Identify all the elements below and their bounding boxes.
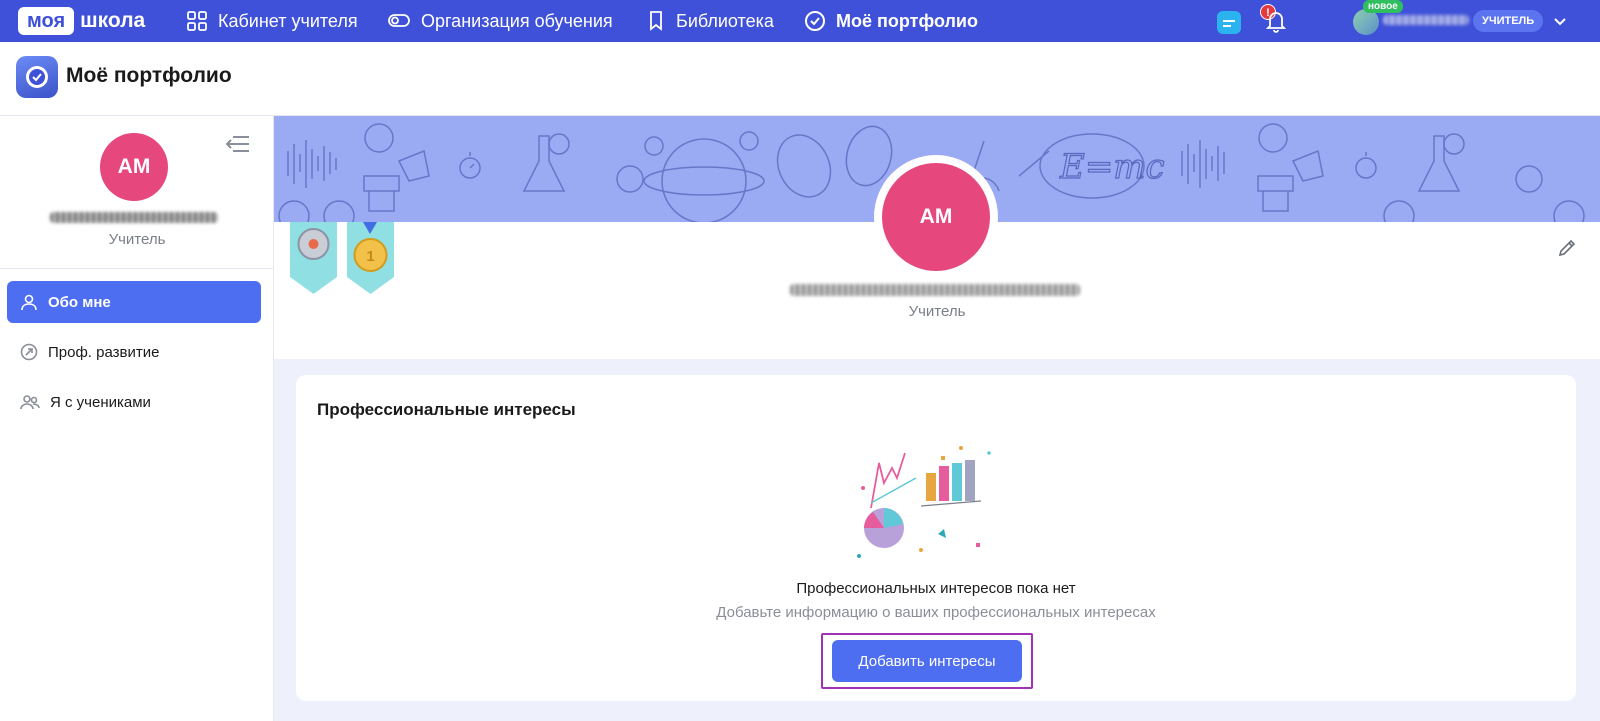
empty-state-chart-illustration: [857, 446, 991, 558]
avatar: АМ: [100, 133, 168, 201]
nav-library[interactable]: Библиотека: [646, 0, 774, 42]
page-title: Моё портфолио: [66, 64, 232, 87]
professional-interests-card: Профессиональные интересы Профессиональн…: [296, 375, 1576, 701]
nav-my-portfolio[interactable]: Моё портфолио: [804, 0, 978, 42]
check-circle-icon: [26, 66, 48, 88]
achievement-ribbon-gold-medal[interactable]: 1: [347, 222, 394, 294]
user-full-name-redacted: [790, 284, 1080, 296]
grid-icon: [187, 11, 207, 31]
bell-icon[interactable]: [1265, 8, 1287, 34]
page-header: Моё портфолио: [0, 42, 1600, 116]
role-pill[interactable]: УЧИТЕЛЬ: [1473, 10, 1544, 32]
toggle-icon: [388, 14, 410, 27]
sidebar-item-about-me[interactable]: Обо мне: [7, 281, 261, 323]
sidebar-item-label: Обо мне: [48, 293, 111, 311]
user-role: Учитель: [108, 231, 166, 248]
user-name-redacted: [50, 212, 218, 223]
growth-icon: [20, 343, 38, 361]
new-badge: новое: [1363, 0, 1403, 13]
logo-box-text: моя: [18, 7, 75, 35]
nav-label: Организация обучения: [421, 10, 613, 31]
nav-label: Библиотека: [676, 10, 774, 31]
people-icon: [20, 395, 40, 410]
top-navigation-bar: моя школа Кабинет учителя Организация об…: [0, 0, 1600, 42]
nav-label: Кабинет учителя: [218, 10, 358, 31]
logo[interactable]: моя школа: [18, 6, 145, 36]
pencil-icon[interactable]: [1557, 238, 1577, 258]
empty-state-title: Профессиональных интересов пока нет: [796, 580, 1076, 597]
sidebar-item-label: Я с учениками: [50, 393, 151, 411]
check-circle-icon: [805, 11, 825, 31]
bookmark-icon: [650, 11, 662, 31]
logo-text: школа: [80, 9, 146, 32]
achievement-ribbon-silver[interactable]: [290, 222, 337, 294]
person-icon: [21, 294, 37, 311]
add-interests-button[interactable]: Добавить интересы: [832, 640, 1022, 682]
section-title: Профессиональные интересы: [317, 400, 576, 419]
profile-role: Учитель: [908, 303, 966, 320]
main-content: E=mc 1 АМ Учитель Профессиональные интер…: [274, 116, 1600, 721]
sidebar: АМ Учитель Обо мне Проф. развитие Я с уч…: [0, 116, 274, 721]
collapse-sidebar-icon[interactable]: [225, 134, 251, 154]
sidebar-item-with-students[interactable]: Я с учениками: [7, 381, 261, 423]
svg-text:1: 1: [366, 248, 374, 265]
portfolio-app-icon: [16, 56, 58, 98]
empty-state-subtitle: Добавьте информацию о ваших профессионал…: [716, 604, 1156, 621]
nav-label: Моё портфолио: [836, 10, 978, 31]
banner-formula: E=mc: [1059, 147, 1165, 187]
profile-avatar[interactable]: АМ: [882, 163, 990, 271]
chevron-down-icon[interactable]: [1553, 14, 1567, 28]
sidebar-item-prof-development[interactable]: Проф. развитие: [7, 331, 261, 373]
user-name-redacted[interactable]: [1383, 15, 1469, 25]
sidebar-item-label: Проф. развитие: [48, 343, 160, 361]
nav-learning-organization[interactable]: Организация обучения: [387, 0, 613, 42]
divider: [0, 268, 273, 269]
nav-teacher-cabinet[interactable]: Кабинет учителя: [186, 0, 358, 42]
chat-app-icon[interactable]: [1216, 8, 1244, 36]
